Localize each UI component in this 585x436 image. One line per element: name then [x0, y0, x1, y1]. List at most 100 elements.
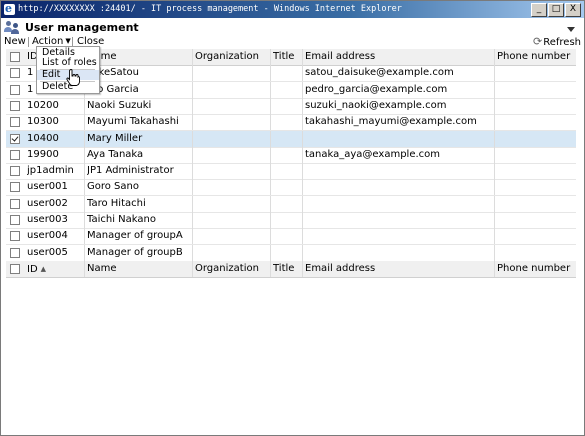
table-cell [497, 228, 575, 244]
header-cell[interactable]: ID ▲ [27, 261, 83, 277]
column-divider [302, 81, 303, 98]
column-divider [494, 228, 495, 245]
page-title: User management [4, 20, 139, 36]
table-cell: Goro Sano [87, 179, 191, 195]
table-row[interactable]: user004 Manager of groupA [6, 228, 576, 246]
row-checkbox[interactable] [10, 215, 20, 225]
header-cell[interactable]: Phone number [497, 261, 575, 277]
refresh-button[interactable]: ⟳Refresh [533, 35, 581, 49]
row-checkbox[interactable] [10, 149, 20, 160]
close-window-button[interactable]: X [565, 3, 581, 17]
maximize-button[interactable]: □ [548, 3, 564, 17]
row-checkbox[interactable] [10, 166, 20, 177]
cell-email: takahashi_mayumi@example.com [305, 116, 477, 128]
column-header-email: Email address [305, 262, 376, 274]
refresh-icon: ⟳ [533, 35, 543, 48]
cell-id: 10400 [27, 132, 59, 144]
table-cell [195, 245, 269, 261]
column-divider [192, 130, 193, 147]
table-row[interactable]: 10300 Mayumi Takahashi takahashi_mayumi@ex… [6, 114, 576, 132]
select-all-checkbox[interactable] [10, 52, 20, 62]
table-cell [305, 131, 493, 147]
column-divider [192, 244, 193, 261]
cell-id: user003 [27, 214, 68, 225]
column-divider [270, 179, 271, 196]
table-row[interactable]: user001 Goro Sano [6, 179, 576, 197]
column-divider [302, 130, 303, 147]
column-divider [494, 97, 495, 114]
header-cell[interactable]: Organization [195, 261, 269, 277]
header-cell[interactable]: Name [87, 261, 191, 277]
table-row[interactable]: user005 Manager of groupB [6, 244, 576, 262]
table-cell [273, 245, 301, 261]
cell-name: Aya Tanaka [87, 148, 144, 160]
menu-item-list-of-roles[interactable]: List of roles [37, 58, 99, 68]
column-divider [84, 212, 85, 228]
table-cell [497, 131, 575, 147]
header-cell[interactable]: Email address [305, 49, 493, 65]
row-checkbox[interactable] [10, 84, 20, 95]
row-checkbox[interactable] [10, 133, 20, 144]
header-cell[interactable]: Organization [195, 49, 269, 65]
table-row[interactable]: 10400 Mary Miller [6, 130, 576, 148]
row-checkbox[interactable] [10, 100, 20, 111]
cell-id: 19900 [27, 148, 59, 160]
row-checkbox[interactable] [10, 117, 20, 128]
column-divider [84, 195, 85, 212]
table-row[interactable]: 10200 Naoki Suzuki suzuki_naoki@example.co… [6, 97, 576, 115]
row-checkbox[interactable] [10, 198, 20, 209]
column-divider [84, 97, 85, 114]
column-header-organization: Organization [195, 51, 259, 62]
column-divider [270, 81, 271, 98]
column-divider [270, 97, 271, 114]
window-title: http://XXXXXXXX :24401/ - IT process man… [18, 4, 402, 14]
column-divider [302, 114, 303, 131]
table-row[interactable]: user003 Taichi Nakano [6, 212, 576, 229]
column-divider [192, 49, 193, 65]
column-divider [494, 212, 495, 228]
select-all-checkbox[interactable] [10, 263, 20, 274]
header-cell[interactable]: Email address [305, 261, 493, 277]
column-divider [302, 212, 303, 228]
cell-id: user005 [27, 246, 68, 258]
table-cell [195, 98, 269, 114]
table-cell: Mayumi Takahashi [87, 114, 191, 130]
table-cell [497, 147, 575, 163]
minimize-button[interactable]: _ [531, 3, 547, 17]
table-footer-header: ID ▲ Name Organization Title Email address Pho… [6, 260, 576, 278]
cell-id: user004 [27, 230, 68, 242]
table-cell: user003 [27, 212, 83, 228]
table-row[interactable]: jp1admin JP1 Administrator [6, 163, 576, 181]
column-divider [302, 244, 303, 261]
header-cell[interactable]: Title [273, 261, 301, 277]
row-checkbox[interactable] [10, 231, 20, 242]
table-cell: sukeSatou [87, 65, 191, 81]
table-row[interactable]: 19900 Aya Tanaka tanaka_aya@example.com [6, 146, 576, 164]
table-cell [195, 114, 269, 130]
table-cell [497, 114, 575, 130]
table-cell [497, 98, 575, 114]
row-checkbox[interactable] [10, 68, 20, 79]
table-row[interactable]: user002 Taro Hitachi [6, 195, 576, 213]
column-divider [494, 65, 495, 82]
row-checkbox[interactable] [10, 182, 20, 193]
column-divider [494, 130, 495, 147]
row-checkbox[interactable] [10, 247, 20, 258]
table-cell [273, 196, 301, 212]
table-cell: tanaka_aya@example.com [305, 147, 493, 163]
ie-icon [4, 1, 15, 17]
header-cell[interactable]: Title [273, 49, 301, 65]
cell-name: Mary Miller [87, 132, 143, 144]
header-cell[interactable]: Name [87, 49, 191, 65]
new-button[interactable]: New [4, 35, 26, 48]
collapse-arrow-icon[interactable] [567, 27, 575, 32]
column-divider [192, 65, 193, 82]
header-cell[interactable]: Phone number [497, 49, 575, 65]
column-divider [302, 260, 303, 277]
sort-ascending-icon: ▲ [40, 264, 47, 273]
cell-name: JP1 Administrator [87, 165, 174, 177]
cell-email: satou_daisuke@example.com [305, 67, 454, 79]
column-divider [84, 179, 85, 196]
column-divider [302, 146, 303, 163]
column-header-name: Name [87, 262, 117, 274]
